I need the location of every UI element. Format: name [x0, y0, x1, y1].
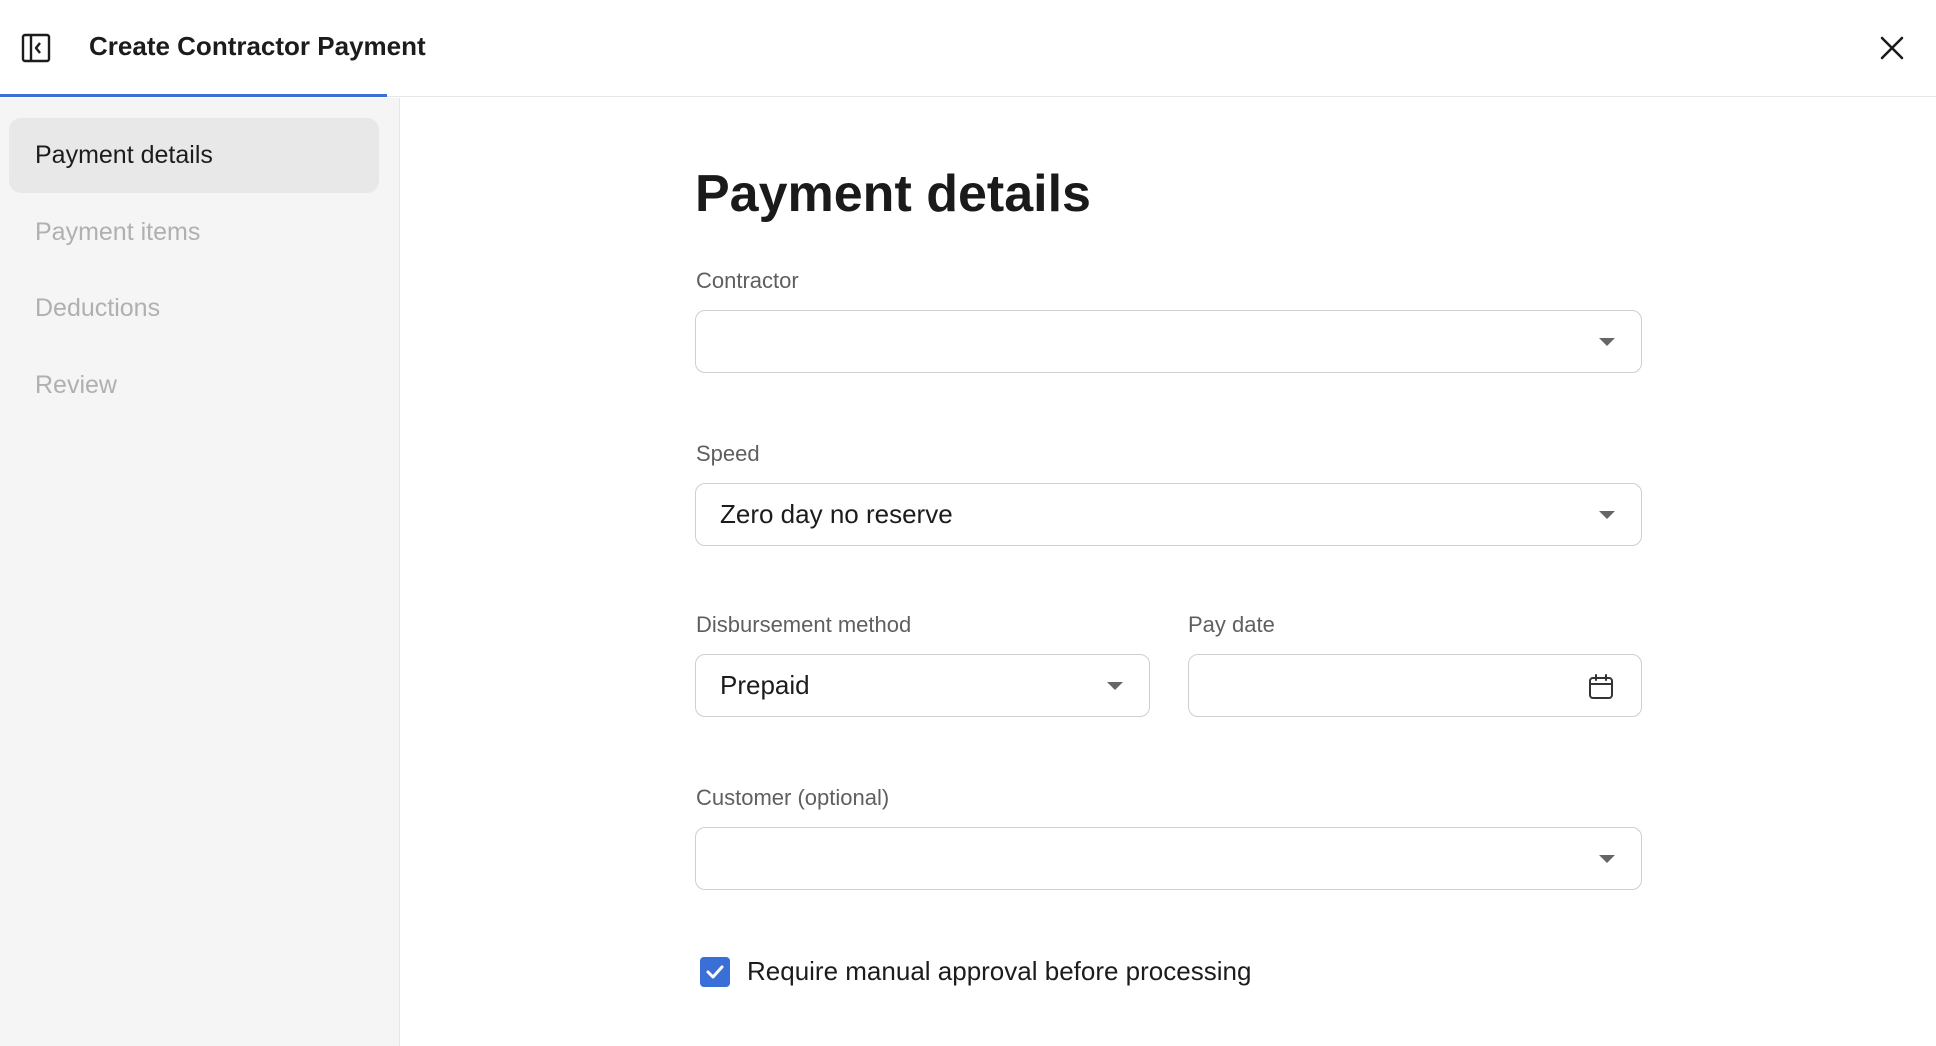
- speed-select[interactable]: Zero day no reserve: [695, 483, 1642, 546]
- customer-label: Customer (optional): [696, 785, 890, 810]
- sidebar-item-review[interactable]: Review: [9, 348, 379, 423]
- sidebar-item-deductions[interactable]: Deductions: [9, 271, 379, 346]
- manual-approval-row[interactable]: Require manual approval before processin…: [700, 956, 1251, 987]
- disbursement-method-select[interactable]: Prepaid: [695, 654, 1150, 717]
- sidebar-item-label: Review: [35, 371, 117, 399]
- speed-value: Zero day no reserve: [720, 499, 953, 529]
- contractor-label: Contractor: [696, 268, 799, 293]
- sidebar-item-label: Deductions: [35, 294, 161, 322]
- sidebar-collapse-icon: [21, 33, 51, 63]
- chevron-down-icon: [1107, 681, 1123, 690]
- dialog-header: Create Contractor Payment: [0, 0, 1936, 97]
- chevron-down-icon: [1599, 337, 1615, 346]
- disbursement-method-label: Disbursement method: [696, 612, 912, 637]
- close-icon: [1880, 36, 1904, 60]
- calendar-icon[interactable]: [1587, 673, 1615, 701]
- sidebar-item-label: Payment items: [35, 218, 201, 246]
- page-title: Payment details: [695, 165, 1091, 223]
- sidebar-item-payment-details[interactable]: Payment details: [9, 118, 379, 193]
- main-content: Payment details Contractor Speed Zero da…: [401, 98, 1936, 1046]
- chevron-down-icon: [1599, 510, 1615, 519]
- checkmark-icon: [706, 965, 724, 978]
- manual-approval-checkbox[interactable]: [700, 956, 730, 987]
- sidebar-toggle-button[interactable]: [20, 32, 52, 64]
- sidebar-item-label: Payment details: [35, 141, 213, 169]
- dialog-title: Create Contractor Payment: [89, 31, 426, 61]
- wizard-progress-bar: [0, 94, 388, 97]
- chevron-down-icon: [1599, 854, 1615, 863]
- disbursement-method-value: Prepaid: [720, 670, 810, 700]
- pay-date-label: Pay date: [1188, 612, 1275, 637]
- pay-date-input[interactable]: [1188, 654, 1642, 717]
- sidebar-item-payment-items[interactable]: Payment items: [9, 195, 379, 270]
- customer-select[interactable]: [695, 827, 1642, 890]
- speed-label: Speed: [696, 441, 760, 466]
- manual-approval-label: Require manual approval before processin…: [747, 956, 1252, 986]
- close-button[interactable]: [1874, 30, 1910, 66]
- steps-sidebar: Payment details Payment items Deductions…: [0, 98, 400, 1046]
- contractor-select[interactable]: [695, 310, 1642, 373]
